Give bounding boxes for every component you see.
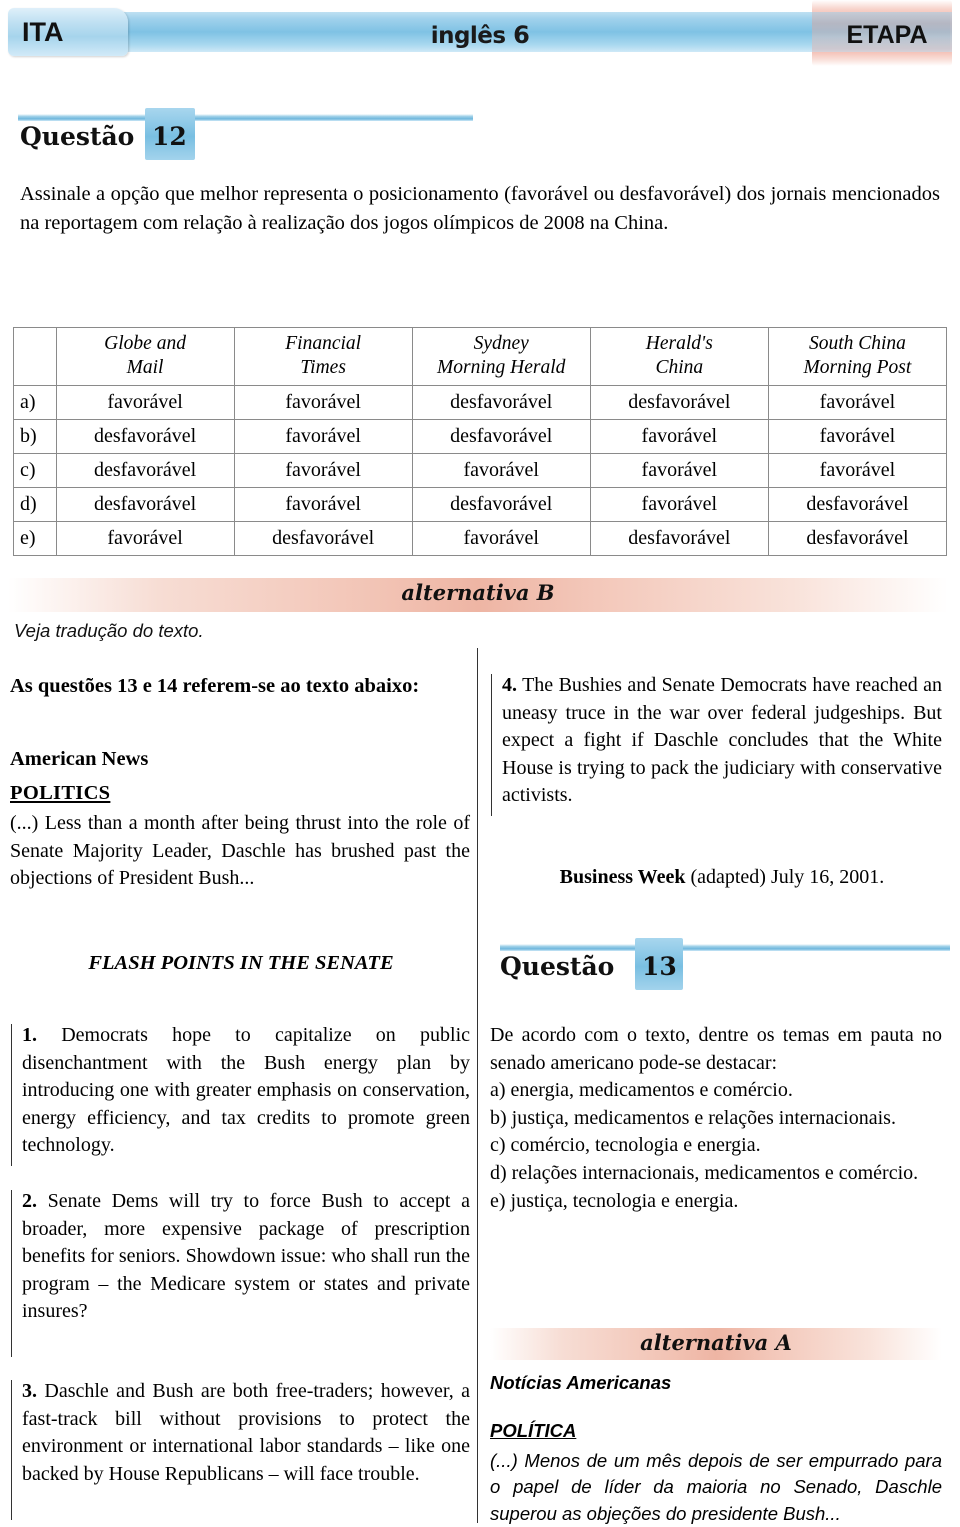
table-col-sydney-morning-herald: Sydney Morning Herald — [411, 326, 591, 387]
table-cell: desfavorável — [767, 521, 948, 557]
table-cell: desfavorável — [767, 487, 948, 523]
quote-rule — [11, 1190, 12, 1357]
list-item: 2. Senate Dems will try to force Bush to… — [22, 1188, 470, 1326]
table-cell: favorável — [589, 487, 769, 523]
page-header: ITA inglês 6 ETAPA — [0, 0, 960, 66]
text-credit: Business Week (adapted) July 16, 2001. — [502, 866, 942, 889]
row-label: d) — [13, 487, 57, 523]
question-12-rule — [18, 114, 473, 121]
question-13-option-a: a) energia, medicamentos e comércio. — [490, 1079, 793, 1102]
translated-section-heading: POLÍTICA — [490, 1420, 577, 1441]
item-text: Democrats hope to capitalize on public d… — [22, 1024, 471, 1157]
question-13-option-d: d) relações internacionais, medicamentos… — [490, 1161, 919, 1184]
newspapers-stance-table: Globe and Mail Financial Times Sydney Morni… — [13, 326, 948, 557]
table-header-row: Globe and Mail Financial Times Sydney Morni… — [13, 326, 948, 387]
table-cell: desfavorável — [589, 385, 769, 421]
quote-rule — [11, 1024, 12, 1166]
answer-banner-text: alternativa B — [401, 580, 555, 605]
translation-note: Veja tradução do texto. — [14, 620, 204, 641]
quote-rule — [491, 674, 492, 816]
politics-lead-paragraph: (...) Less than a month after being thru… — [10, 812, 470, 890]
question-12-number: 12 — [152, 122, 187, 151]
table-cell: favorável — [233, 419, 413, 455]
table-cell: favorável — [55, 385, 235, 421]
row-label: e) — [13, 521, 57, 557]
table-cell: desfavorável — [411, 419, 591, 455]
table-cell: favorável — [767, 385, 948, 421]
question-13-label: Questão — [500, 952, 615, 981]
table-cell: desfavorável — [55, 419, 235, 455]
item-number: 2. — [22, 1190, 37, 1212]
question-13-option-e: e) justiça, tecnologia e energia. — [490, 1189, 739, 1212]
table-cell: desfavorável — [411, 385, 591, 421]
row-label: a) — [13, 385, 57, 421]
table-cell: favorável — [767, 419, 948, 455]
table-row: a) favorável favorável desfavorável desf… — [13, 385, 948, 421]
table-row: c) desfavorável favorável favorável favo… — [13, 453, 948, 489]
translated-lead-paragraph: (...) Menos de um mês depois de ser empu… — [490, 1450, 942, 1524]
table-row: b) desfavorável favorável desfavorável f… — [13, 419, 948, 455]
question-12-label: Questão — [20, 122, 135, 151]
table-cell: favorável — [233, 453, 413, 489]
column-divider — [477, 648, 478, 1523]
question-13-option-b: b) justiça, medicamentos e relações inte… — [490, 1106, 896, 1129]
table-cell: favorável — [767, 453, 948, 489]
table-cell: favorável — [411, 521, 591, 557]
question-13-number: 13 — [642, 952, 677, 981]
question-13-stem: De acordo com o texto, dentre os temas e… — [490, 1024, 942, 1074]
quote-rule — [11, 1380, 12, 1520]
translated-source-title: Notícias Americanas — [490, 1372, 672, 1393]
table-col-financial-times: Financial Times — [233, 326, 413, 387]
item-text: Daschle and Bush are both free-traders; … — [22, 1380, 470, 1485]
list-item: 1. Democrats hope to capitalize on publi… — [22, 1022, 470, 1160]
table-cell: desfavorável — [233, 521, 413, 557]
text-credit-details: (adapted) July 16, 2001. — [685, 866, 885, 888]
item-number: 4. — [502, 674, 517, 696]
table-cell: desfavorável — [55, 453, 235, 489]
item-text: Senate Dems will try to force Bush to ac… — [22, 1190, 471, 1323]
questions-reference-note: As questões 13 e 14 referem-se ao texto … — [10, 675, 420, 697]
item-number: 3. — [22, 1380, 37, 1402]
table-cell: favorável — [233, 385, 413, 421]
question-12-statement: Assinale a opção que melhor representa o… — [20, 183, 940, 235]
table-cell: favorável — [55, 521, 235, 557]
table-cell: favorável — [589, 419, 769, 455]
table-cell: desfavorável — [411, 487, 591, 523]
item-number: 1. — [22, 1024, 37, 1046]
text-credit-publication: Business Week — [559, 866, 686, 888]
flash-points-title: FLASH POINTS IN THE SENATE — [88, 952, 394, 974]
table-cell: desfavorável — [55, 487, 235, 523]
etapa-logo: ETAPA — [846, 21, 928, 49]
table-col-south-china-morning-post: South China Morning Post — [767, 326, 948, 387]
question-13-rule — [500, 944, 950, 951]
source-title: American News — [10, 748, 149, 770]
table-corner-cell — [13, 326, 57, 387]
table-cell: favorável — [589, 453, 769, 489]
table-col-globe-and-mail: Globe and Mail — [55, 326, 235, 387]
section-heading-politics: POLITICS — [10, 782, 111, 804]
page-title-text: inglês — [430, 23, 506, 49]
answer-banner-question-12: alternativa B — [8, 578, 948, 612]
list-item: 3. Daschle and Bush are both free-trader… — [22, 1378, 470, 1488]
question-13-block: De acordo com o texto, dentre os temas e… — [490, 1022, 942, 1215]
table-cell: favorável — [411, 453, 591, 489]
table-col-heralds-china: Herald's China — [589, 326, 769, 387]
row-label: b) — [13, 419, 57, 455]
list-item: 4. The Bushies and Senate Democrats have… — [502, 672, 942, 810]
answer-banner-text: alternativa A — [640, 1330, 792, 1355]
page-title-number: 6 — [513, 21, 530, 49]
item-text: The Bushies and Senate Democrats have re… — [502, 674, 942, 807]
table-cell: favorável — [233, 487, 413, 523]
answer-banner-question-13: alternativa A — [490, 1328, 942, 1360]
table-cell: desfavorável — [589, 521, 769, 557]
question-13-option-c: c) comércio, tecnologia e energia. — [490, 1134, 761, 1157]
row-label: c) — [13, 453, 57, 489]
table-row: d) desfavorável favorável desfavorável f… — [13, 487, 948, 523]
table-row: e) favorável desfavorável favorável desf… — [13, 521, 948, 557]
